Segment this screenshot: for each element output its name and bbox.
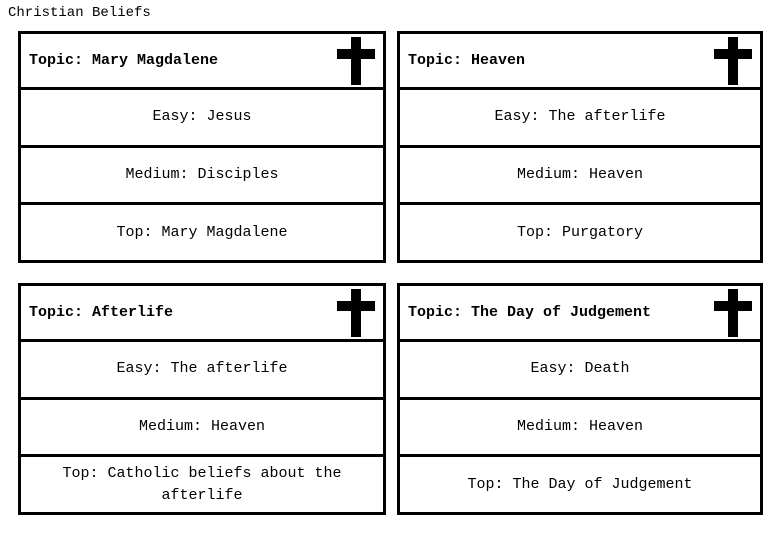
card-top-row[interactable]: Top: Purgatory xyxy=(400,205,760,260)
card-top-row[interactable]: Top: Mary Magdalene xyxy=(21,205,383,260)
card-easy-row[interactable]: Easy: Death xyxy=(400,342,760,400)
card-easy-text: Easy: Death xyxy=(530,360,630,378)
latin-cross-icon xyxy=(714,288,752,337)
card-top-row[interactable]: Top: Catholic beliefs about the afterlif… xyxy=(21,457,383,512)
topic-card[interactable]: Topic: The Day of Judgement Easy: Death … xyxy=(397,283,763,515)
topic-card[interactable]: Topic: Mary Magdalene Easy: Jesus Medium… xyxy=(18,31,386,263)
card-medium-text: Medium: Disciples xyxy=(125,166,279,183)
card-topic-label: Topic: Mary Magdalene xyxy=(29,51,219,69)
card-medium-row[interactable]: Medium: Heaven xyxy=(400,400,760,458)
card-top-text: Top: The Day of Judgement xyxy=(467,475,693,493)
card-easy-text: Easy: The afterlife xyxy=(116,360,288,378)
card-medium-row[interactable]: Medium: Disciples xyxy=(21,148,383,206)
card-top-text: Top: Mary Magdalene xyxy=(116,223,288,241)
card-topic-header: Topic: Afterlife xyxy=(21,286,383,342)
card-easy-row[interactable]: Easy: The afterlife xyxy=(400,90,760,148)
topic-card[interactable]: Topic: Heaven Easy: The afterlife Medium… xyxy=(397,31,763,263)
card-topic-label: Topic: The Day of Judgement xyxy=(408,303,652,321)
card-medium-row[interactable]: Medium: Heaven xyxy=(400,148,760,206)
card-medium-text: Medium: Heaven xyxy=(138,418,266,435)
card-topic-label: Topic: Heaven xyxy=(408,51,526,69)
card-board: Topic: Mary Magdalene Easy: Jesus Medium… xyxy=(0,0,780,540)
card-medium-row[interactable]: Medium: Heaven xyxy=(21,400,383,458)
card-easy-row[interactable]: Easy: Jesus xyxy=(21,90,383,148)
card-easy-text: Easy: The afterlife xyxy=(494,108,666,126)
latin-cross-icon xyxy=(337,36,375,85)
latin-cross-icon xyxy=(714,36,752,85)
card-easy-text: Easy: Jesus xyxy=(152,108,252,126)
card-topic-header: Topic: The Day of Judgement xyxy=(400,286,760,342)
card-medium-text: Medium: Heaven xyxy=(516,166,644,183)
card-top-text: Top: Catholic beliefs about the afterlif… xyxy=(62,464,342,504)
card-top-row[interactable]: Top: The Day of Judgement xyxy=(400,457,760,512)
card-topic-header: Topic: Heaven xyxy=(400,34,760,90)
card-topic-header: Topic: Mary Magdalene xyxy=(21,34,383,90)
card-topic-label: Topic: Afterlife xyxy=(29,303,174,321)
card-top-text: Top: Purgatory xyxy=(516,223,644,241)
latin-cross-icon xyxy=(337,288,375,337)
card-medium-text: Medium: Heaven xyxy=(516,418,644,435)
topic-card[interactable]: Topic: Afterlife Easy: The afterlife Med… xyxy=(18,283,386,515)
card-easy-row[interactable]: Easy: The afterlife xyxy=(21,342,383,400)
